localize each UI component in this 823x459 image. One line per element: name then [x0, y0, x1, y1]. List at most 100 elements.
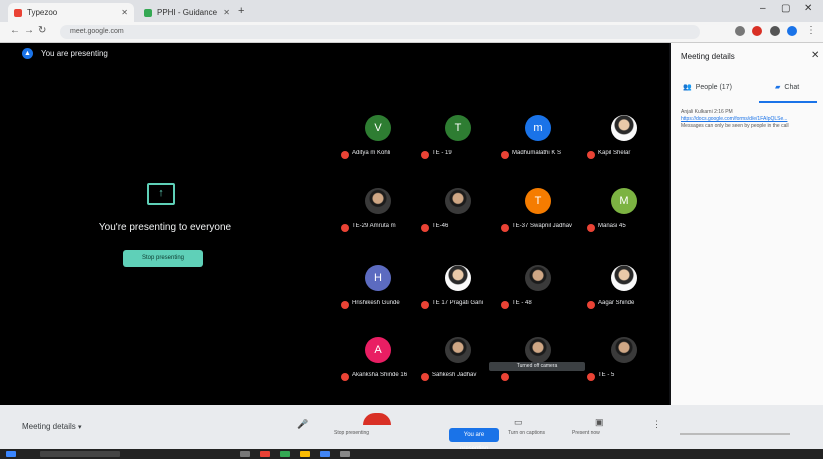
more-options-icon[interactable]: ⋮	[652, 419, 661, 430]
avatar: H	[365, 265, 391, 291]
forward-icon[interactable]: →	[24, 25, 34, 36]
tab-favicon-icon	[144, 8, 152, 17]
participant-tile[interactable]: TE 17 Pragati Gani	[418, 261, 498, 331]
mic-off-icon	[587, 151, 595, 159]
mic-off-icon	[421, 301, 429, 309]
os-taskbar	[0, 449, 823, 459]
back-icon[interactable]: ←	[10, 25, 20, 36]
mic-off-icon	[341, 373, 349, 381]
avatar	[445, 337, 471, 363]
stop-presenting-button[interactable]: Stop presenting	[123, 250, 203, 267]
app-icon[interactable]	[320, 451, 330, 457]
tab-chat-label: Chat	[784, 83, 800, 91]
participant-tile[interactable]: T TE - 19	[418, 111, 498, 181]
present-now-icon[interactable]: ▣	[595, 417, 604, 428]
present-screen-icon: ↑	[147, 183, 175, 205]
address-bar: ← → ↻ meet.google.com ⋮	[0, 22, 823, 43]
app-icon[interactable]	[340, 451, 350, 457]
avatar: A	[365, 337, 391, 363]
captions-icon[interactable]: ▭	[514, 417, 523, 428]
participant-name: TE-29 Amruta m	[352, 223, 396, 229]
chevron-down-icon: ▾	[78, 424, 82, 431]
chat-note: Messages can only be seen by people in t…	[681, 123, 789, 129]
participant-name: TE - 19	[432, 150, 452, 156]
tab-favicon-icon	[14, 8, 22, 17]
participant-name: Hrishikesh Gunde	[352, 300, 400, 306]
tab-label: Typezoo	[27, 8, 58, 17]
browser-tab-bar: Typezoo ✕ PPHI - Guidance ✕ + – ▢ ✕	[0, 0, 823, 22]
control-bar: Meeting details ▾ 🎤 Stop presenting You …	[0, 405, 823, 452]
presentation-panel: ↑ You're presenting to everyone Stop pre…	[20, 139, 310, 299]
avatar: m	[525, 115, 551, 141]
close-icon[interactable]: ✕	[811, 50, 819, 61]
avatar	[525, 265, 551, 291]
participant-tile[interactable]: TE-46	[418, 184, 498, 254]
participant-name: Sahkesh Jadhav	[432, 372, 477, 378]
participant-name: Manasi 45	[598, 223, 626, 229]
close-icon[interactable]: ✕	[121, 8, 128, 17]
chat-link[interactable]: https://docs.google.com/forms/d/e/1FAIpQ…	[681, 116, 817, 123]
app-icon[interactable]	[300, 451, 310, 457]
mic-off-icon	[421, 373, 429, 381]
extension-icon[interactable]	[735, 26, 745, 36]
close-icon[interactable]: ✕	[223, 8, 230, 17]
tab-label: PPHI - Guidance	[157, 8, 218, 17]
participant-tile[interactable]: TE - 5	[584, 333, 664, 403]
participant-tile[interactable]: V Aditya m Kohli	[338, 111, 418, 181]
participant-name: TE-46	[432, 223, 449, 229]
app-icon[interactable]	[280, 451, 290, 457]
browser-tab-1[interactable]: Typezoo ✕	[8, 3, 134, 22]
extension-icon[interactable]	[770, 26, 780, 36]
app-icon[interactable]	[260, 451, 270, 457]
active-tab-indicator	[759, 101, 817, 103]
minimize-icon[interactable]: –	[760, 3, 766, 14]
mic-off-icon	[501, 151, 509, 159]
participant-tile[interactable]: Aagar Shinde	[584, 261, 664, 331]
participant-tile[interactable]: A Akanksha Shinde 16	[338, 333, 418, 403]
mic-off-icon	[587, 301, 595, 309]
profile-avatar[interactable]	[787, 26, 797, 36]
maximize-icon[interactable]: ▢	[781, 3, 790, 14]
search-input[interactable]	[40, 451, 120, 457]
people-icon: 👥	[683, 84, 692, 91]
meeting-details-button[interactable]: Meeting details ▾	[22, 422, 82, 431]
tab-chat[interactable]: ▰ Chat	[775, 83, 800, 92]
app-icon[interactable]	[240, 451, 250, 457]
you-are-presenting-button[interactable]: You are presenting	[449, 428, 499, 452]
participant-tile[interactable]: M Manasi 45	[584, 184, 664, 254]
participant-tile[interactable]: H Hrishikesh Gunde	[338, 261, 418, 331]
presenting-message: You're presenting to everyone	[98, 222, 232, 233]
start-icon[interactable]	[6, 451, 16, 457]
mic-off-icon	[341, 224, 349, 232]
mic-off-icon	[421, 151, 429, 159]
participant-tile[interactable]: TE - 48	[498, 261, 578, 331]
close-window-icon[interactable]: ✕	[804, 3, 812, 14]
url-input[interactable]: meet.google.com	[60, 25, 700, 39]
participant-tile[interactable]: TE-29 Amruta m	[338, 184, 418, 254]
mic-off-icon	[421, 224, 429, 232]
tab-people[interactable]: 👥 People (17)	[683, 83, 732, 92]
avatar: T	[525, 188, 551, 214]
participant-tile[interactable]: m Madhumalathi K S	[498, 111, 578, 181]
participant-name: Madhumalathi K S	[512, 150, 562, 156]
menu-icon[interactable]: ⋮	[806, 25, 816, 36]
mic-off-icon	[501, 224, 509, 232]
new-tab-icon[interactable]: +	[238, 5, 244, 17]
avatar	[525, 337, 551, 363]
reload-icon[interactable]: ↻	[38, 25, 46, 36]
mic-icon[interactable]: 🎤	[297, 419, 308, 430]
captions-label: Turn on captions	[508, 430, 546, 436]
leave-call-button[interactable]	[363, 413, 391, 425]
participant-tile[interactable]: Sahkesh Jadhav	[418, 333, 498, 403]
participant-tile[interactable]: T TE-37 Swapnil Jadhav	[498, 184, 578, 254]
chat-sender: Anjali Kulkarni 2:16 PM	[681, 109, 733, 115]
avatar	[445, 188, 471, 214]
avatar: M	[611, 188, 637, 214]
browser-tab-2[interactable]: PPHI - Guidance ✕	[138, 3, 236, 22]
participant-tile[interactable]: Kapil Shelar	[584, 111, 664, 181]
participant-name: TE-37 Swapnil Jadhav	[512, 223, 573, 229]
avatar: T	[445, 115, 471, 141]
mic-off-icon	[501, 373, 509, 381]
extension-icon[interactable]	[752, 26, 762, 36]
volume-slider[interactable]	[680, 433, 790, 435]
